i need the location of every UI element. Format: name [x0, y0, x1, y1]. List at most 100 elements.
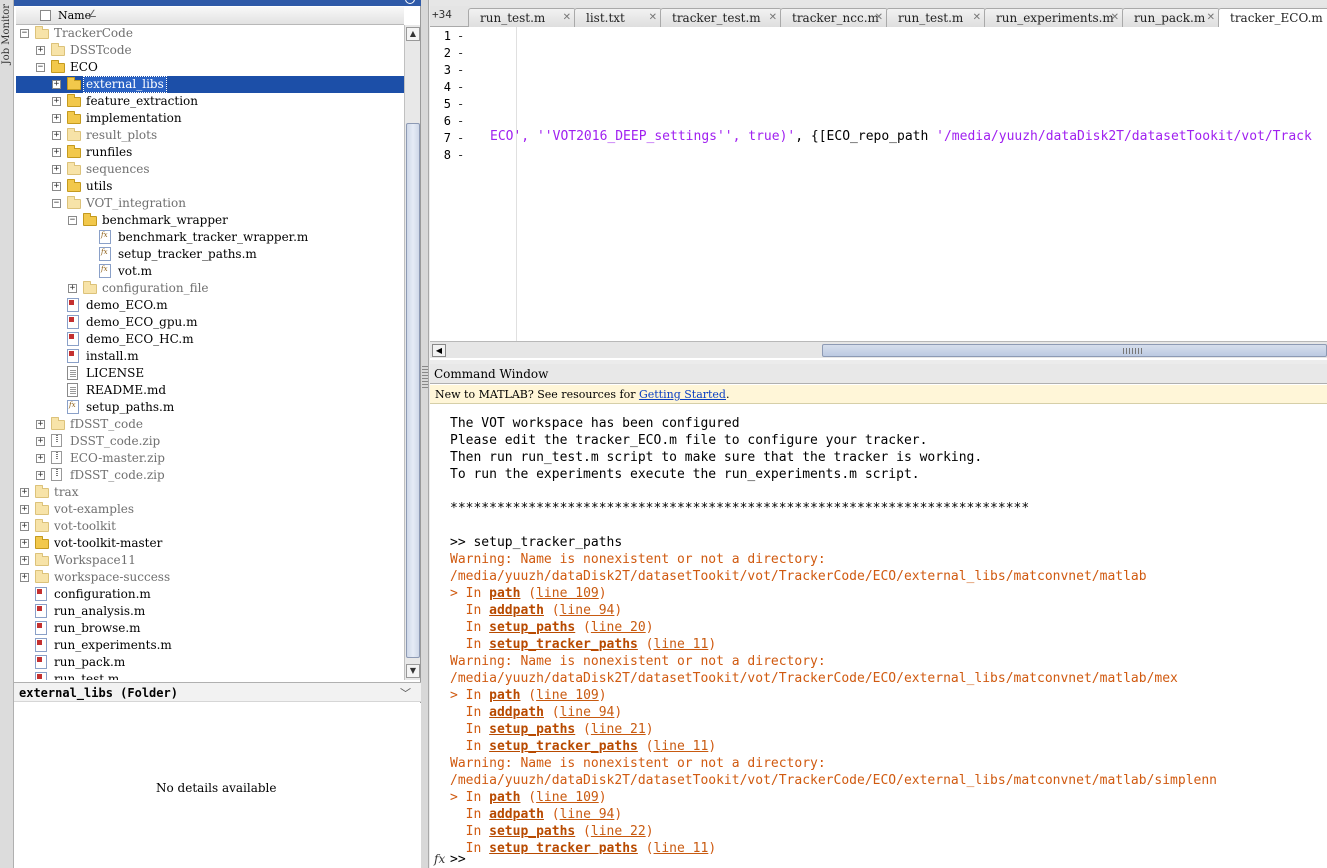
close-tab-icon[interactable]: ✕	[1111, 12, 1119, 23]
tree-folder-row[interactable]: + result_plots	[16, 127, 404, 144]
expand-icon[interactable]: +	[36, 437, 45, 446]
close-tab-icon[interactable]: ✕	[649, 12, 657, 23]
function-link[interactable]: path	[489, 688, 520, 703]
tree-file-row[interactable]: run_analysis.m	[16, 603, 404, 620]
line-link[interactable]: line 109	[536, 790, 599, 805]
tree-folder-row[interactable]: + vot-toolkit	[16, 518, 404, 535]
expand-icon[interactable]: +	[36, 46, 45, 55]
collapse-icon[interactable]: −	[52, 199, 61, 208]
function-link[interactable]: setup_paths	[489, 620, 575, 635]
expand-icon[interactable]: +	[52, 114, 61, 123]
tree-folder-row[interactable]: + feature_extraction	[16, 93, 404, 110]
collapse-icon[interactable]: −	[36, 63, 45, 72]
tree-folder-row[interactable]: − TrackerCode	[16, 25, 404, 42]
expand-icon[interactable]: +	[20, 539, 29, 548]
tree-file-row[interactable]: configuration.m	[16, 586, 404, 603]
line-link[interactable]: line 11	[654, 739, 709, 754]
tree-folder-row[interactable]: − VOT_integration	[16, 195, 404, 212]
function-link[interactable]: addpath	[489, 603, 544, 618]
expand-icon[interactable]: +	[36, 420, 45, 429]
tree-file-row[interactable]: + DSST_code.zip	[16, 433, 404, 450]
expand-icon[interactable]: +	[20, 505, 29, 514]
scroll-up-arrow-icon[interactable]: ▲	[406, 27, 420, 41]
line-link[interactable]: line 94	[560, 705, 615, 720]
tree-folder-row[interactable]: + fDSST_code	[16, 416, 404, 433]
tree-file-row[interactable]: fx vot.m	[16, 263, 404, 280]
splitter-grip-icon[interactable]	[422, 366, 428, 390]
close-tab-icon[interactable]: ✕	[769, 12, 777, 23]
function-link[interactable]: setup_paths	[489, 824, 575, 839]
expand-icon[interactable]: +	[52, 97, 61, 106]
tree-file-row[interactable]: demo_ECO_gpu.m	[16, 314, 404, 331]
expand-icon[interactable]: +	[52, 182, 61, 191]
tree-file-row[interactable]: LICENSE	[16, 365, 404, 382]
editor-tab[interactable]: run_experiments.m ✕	[984, 8, 1124, 27]
editor-tab[interactable]: run_pack.m ✕	[1122, 8, 1220, 27]
editor-tab[interactable]: tracker_ncc.m ✕	[780, 8, 888, 27]
tree-folder-row[interactable]: + vot-toolkit-master	[16, 535, 404, 552]
tree-file-row[interactable]: demo_ECO.m	[16, 297, 404, 314]
expand-icon[interactable]: +	[36, 454, 45, 463]
code-area[interactable]: 1 2 3 4 5 6 7 8 ECO', ''VOT2016_DEEP_settings''…	[430, 27, 1327, 341]
close-tab-icon[interactable]: ✕	[973, 12, 981, 23]
expand-icon[interactable]: +	[20, 556, 29, 565]
function-link[interactable]: path	[489, 586, 520, 601]
tree-folder-row[interactable]: + DSSTcode	[16, 42, 404, 59]
line-link[interactable]: line 20	[591, 620, 646, 635]
line-link[interactable]: line 11	[654, 637, 709, 652]
editor-tab[interactable]: list.txt ✕	[574, 8, 662, 27]
tree-folder-row[interactable]: + configuration_file	[16, 280, 404, 297]
tree-vertical-scrollbar[interactable]: ▲ ▼	[404, 25, 420, 680]
tree-file-row[interactable]: + fDSST_code.zip	[16, 467, 404, 484]
scroll-down-arrow-icon[interactable]: ▼	[406, 664, 420, 678]
tree-file-row[interactable]: demo_ECO_HC.m	[16, 331, 404, 348]
tree-folder-row[interactable]: + implementation	[16, 110, 404, 127]
tree-folder-row[interactable]: + sequences	[16, 161, 404, 178]
editor-horizontal-scrollbar[interactable]: ◀	[430, 341, 1327, 358]
function-link[interactable]: path	[489, 790, 520, 805]
tree-file-row[interactable]: fx setup_paths.m	[16, 399, 404, 416]
line-link[interactable]: line 94	[560, 603, 615, 618]
tree-folder-row[interactable]: + external_libs	[16, 76, 404, 93]
getting-started-link[interactable]: Getting Started	[639, 388, 726, 401]
panel-actions-icon[interactable]	[405, 0, 415, 4]
tree-file-row[interactable]: run_experiments.m	[16, 637, 404, 654]
tree-file-row[interactable]: install.m	[16, 348, 404, 365]
function-link[interactable]: setup_tracker_paths	[489, 637, 638, 652]
close-tab-icon[interactable]: ✕	[563, 12, 571, 23]
command-prompt-line[interactable]: fx >>	[430, 852, 1327, 868]
line-link[interactable]: line 109	[536, 586, 599, 601]
function-link[interactable]: setup_paths	[489, 722, 575, 737]
fx-icon[interactable]: fx	[434, 852, 445, 866]
collapse-icon[interactable]: −	[20, 29, 29, 38]
expand-icon[interactable]: +	[52, 80, 61, 89]
name-column-header[interactable]: Name	[58, 9, 91, 22]
line-link[interactable]: line 22	[591, 824, 646, 839]
expand-icon[interactable]: +	[52, 148, 61, 157]
tree-file-row[interactable]: run_test.m	[16, 671, 404, 680]
scroll-thumb[interactable]	[406, 123, 420, 658]
editor-tab[interactable]: tracker_ECO.m	[1218, 8, 1327, 28]
tree-file-row[interactable]: run_pack.m	[16, 654, 404, 671]
expand-icon[interactable]: +	[68, 284, 77, 293]
tree-file-row[interactable]: fx benchmark_tracker_wrapper.m	[16, 229, 404, 246]
function-link[interactable]: setup_tracker_paths	[489, 841, 638, 854]
tree-file-row[interactable]: fx setup_tracker_paths.m	[16, 246, 404, 263]
tree-folder-row[interactable]: + vot-examples	[16, 501, 404, 518]
line-link[interactable]: line 11	[654, 841, 709, 854]
command-output[interactable]: The VOT workspace has been configured Ple…	[430, 404, 1327, 854]
function-link[interactable]: addpath	[489, 705, 544, 720]
command-prompt[interactable]: >>	[450, 852, 466, 867]
tab-overflow-button[interactable]: +34	[432, 8, 452, 21]
expand-icon[interactable]: +	[36, 471, 45, 480]
collapse-icon[interactable]: −	[68, 216, 77, 225]
line-link[interactable]: line 21	[591, 722, 646, 737]
expand-icon[interactable]: +	[20, 573, 29, 582]
code-line-7[interactable]: ECO', ''VOT2016_DEEP_settings'', true)',…	[490, 129, 1312, 144]
select-all-checkbox[interactable]	[40, 10, 51, 21]
expand-icon[interactable]: +	[52, 165, 61, 174]
job-monitor-strip[interactable]: Job Monitor	[0, 0, 14, 868]
close-tab-icon[interactable]: ✕	[1207, 12, 1215, 23]
tree-folder-row[interactable]: − benchmark_wrapper	[16, 212, 404, 229]
scroll-left-arrow-icon[interactable]: ◀	[432, 344, 446, 357]
